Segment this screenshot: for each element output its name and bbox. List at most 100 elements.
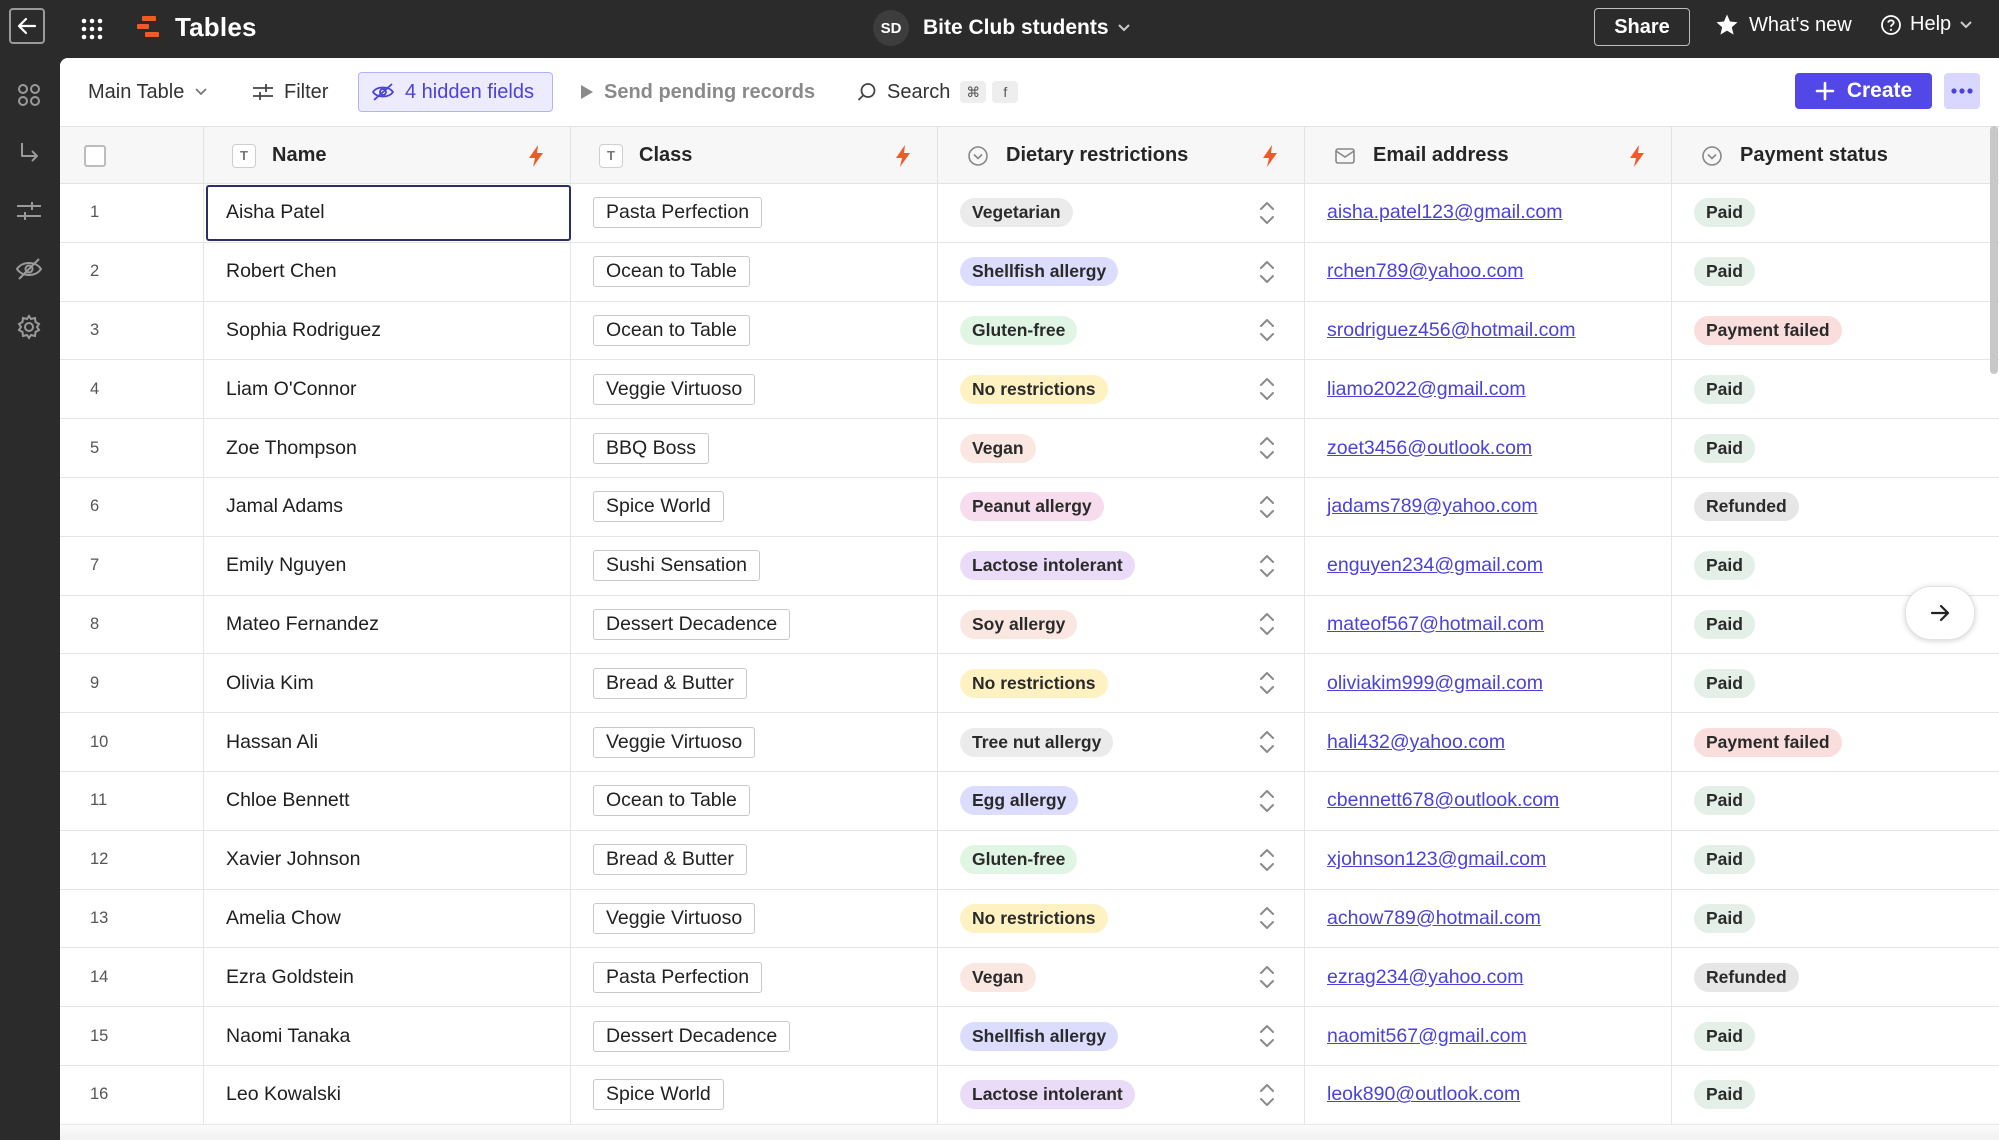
name-cell[interactable]: Sophia Rodriguez — [204, 301, 571, 360]
dietary-cell[interactable]: No restrictions — [938, 889, 1305, 948]
base-switcher[interactable]: SD Bite Club students — [873, 10, 1131, 46]
email-link[interactable]: jadams789@yahoo.com — [1327, 495, 1538, 518]
table-row[interactable]: 11 Chloe Bennett Ocean to Table Egg allergy… — [60, 771, 1999, 831]
table-row[interactable]: 10 Hassan Ali Veggie Virtuoso Tree nut alle… — [60, 713, 1999, 772]
column-header-dietary[interactable]: Dietary restrictions — [938, 127, 1305, 184]
dietary-cell[interactable]: Vegan — [938, 419, 1305, 477]
name-cell[interactable]: Mateo Fernandez — [204, 595, 571, 654]
select-stepper-icon[interactable] — [1258, 610, 1276, 644]
rail-settings-button[interactable] — [14, 312, 44, 342]
payment-cell[interactable]: Paid — [1672, 1066, 1999, 1124]
email-cell[interactable]: naomit567@gmail.com — [1305, 1007, 1672, 1065]
table-row[interactable]: 9 Olivia Kim Bread & Butter No restrictions… — [60, 654, 1999, 714]
dietary-cell[interactable]: Egg allergy — [938, 771, 1305, 830]
view-selector[interactable]: Main Table — [88, 72, 208, 112]
select-stepper-icon[interactable] — [1258, 375, 1276, 409]
select-stepper-icon[interactable] — [1258, 434, 1276, 468]
email-link[interactable]: aisha.patel123@gmail.com — [1327, 201, 1563, 224]
create-button[interactable]: Create — [1795, 73, 1932, 109]
email-link[interactable]: achow789@hotmail.com — [1327, 907, 1541, 930]
dietary-cell[interactable]: Vegan — [938, 948, 1305, 1007]
select-stepper-icon[interactable] — [1258, 963, 1276, 997]
name-cell[interactable]: Liam O'Connor — [204, 360, 571, 419]
filter-button[interactable]: Filter — [252, 72, 328, 112]
select-stepper-icon[interactable] — [1258, 846, 1276, 880]
apps-grid-icon[interactable] — [80, 17, 104, 41]
email-cell[interactable]: liamo2022@gmail.com — [1305, 360, 1672, 419]
email-link[interactable]: srodriguez456@hotmail.com — [1327, 319, 1576, 342]
whats-new-button[interactable]: What's new — [1715, 13, 1852, 37]
email-cell[interactable]: cbennett678@outlook.com — [1305, 771, 1672, 830]
name-cell[interactable]: Chloe Bennett — [204, 771, 571, 830]
scroll-right-button[interactable] — [1905, 586, 1975, 640]
select-stepper-icon[interactable] — [1258, 552, 1276, 586]
email-cell[interactable]: aisha.patel123@gmail.com — [1305, 184, 1672, 242]
email-cell[interactable]: zoet3456@outlook.com — [1305, 419, 1672, 477]
column-header-email[interactable]: Email address — [1305, 127, 1672, 184]
dietary-cell[interactable]: Tree nut allergy — [938, 713, 1305, 771]
payment-cell[interactable]: Paid — [1672, 772, 1999, 830]
name-cell[interactable]: Leo Kowalski — [204, 1065, 571, 1124]
table-row[interactable]: 1 Aisha Patel Pasta Perfection Vegetarian ai… — [60, 184, 1999, 243]
class-cell[interactable]: Sushi Sensation — [571, 536, 938, 595]
table-row[interactable]: 2 Robert Chen Ocean to Table Shellfish alle… — [60, 242, 1999, 302]
dietary-cell[interactable]: Lactose intolerant — [938, 1065, 1305, 1124]
payment-cell[interactable]: Paid — [1672, 1007, 1999, 1065]
select-stepper-icon[interactable] — [1258, 787, 1276, 821]
email-cell[interactable]: xjohnson123@gmail.com — [1305, 830, 1672, 889]
select-stepper-icon[interactable] — [1258, 493, 1276, 527]
payment-cell[interactable]: Payment failed — [1672, 713, 1999, 771]
payment-cell[interactable]: Payment failed — [1672, 302, 1999, 360]
email-link[interactable]: rchen789@yahoo.com — [1327, 260, 1524, 283]
email-cell[interactable]: enguyen234@gmail.com — [1305, 536, 1672, 595]
name-cell[interactable]: Naomi Tanaka — [204, 1007, 571, 1065]
table-row[interactable]: 4 Liam O'Connor Veggie Virtuoso No restrict… — [60, 360, 1999, 420]
class-cell[interactable]: Bread & Butter — [571, 654, 938, 713]
name-cell[interactable]: Aisha Patel — [204, 184, 571, 242]
dietary-cell[interactable]: Gluten-free — [938, 830, 1305, 889]
name-cell[interactable]: Xavier Johnson — [204, 830, 571, 889]
rail-hidden-button[interactable] — [14, 254, 44, 284]
dietary-cell[interactable]: Soy allergy — [938, 595, 1305, 654]
email-link[interactable]: oliviakim999@gmail.com — [1327, 672, 1543, 695]
search-button[interactable]: Search ⌘ f — [857, 72, 1019, 112]
dietary-cell[interactable]: Shellfish allergy — [938, 1007, 1305, 1065]
class-cell[interactable]: Pasta Perfection — [571, 184, 938, 242]
class-cell[interactable]: Spice World — [571, 477, 938, 536]
payment-cell[interactable]: Paid — [1672, 654, 1999, 712]
rail-filters-button[interactable] — [14, 196, 44, 226]
email-link[interactable]: xjohnson123@gmail.com — [1327, 848, 1546, 871]
email-link[interactable]: ezrag234@yahoo.com — [1327, 966, 1524, 989]
column-header-name[interactable]: T Name — [204, 127, 571, 184]
payment-cell[interactable]: Paid — [1672, 419, 1999, 477]
payment-cell[interactable]: Paid — [1672, 890, 1999, 948]
email-cell[interactable]: srodriguez456@hotmail.com — [1305, 301, 1672, 360]
class-cell[interactable]: Ocean to Table — [571, 301, 938, 360]
class-cell[interactable]: Ocean to Table — [571, 242, 938, 301]
dietary-cell[interactable]: Vegetarian — [938, 184, 1305, 242]
class-cell[interactable]: Ocean to Table — [571, 771, 938, 830]
name-cell[interactable]: Amelia Chow — [204, 889, 571, 948]
payment-cell[interactable]: Refunded — [1672, 478, 1999, 536]
select-stepper-icon[interactable] — [1258, 316, 1276, 350]
table-row[interactable]: 15 Naomi Tanaka Dessert Decadence Shellfish… — [60, 1007, 1999, 1066]
name-cell[interactable]: Emily Nguyen — [204, 536, 571, 595]
payment-cell[interactable]: Refunded — [1672, 948, 1999, 1006]
table-row[interactable]: 5 Zoe Thompson BBQ Boss Vegan zoet3456@outlo… — [60, 419, 1999, 478]
email-link[interactable]: enguyen234@gmail.com — [1327, 554, 1543, 577]
email-link[interactable]: hali432@yahoo.com — [1327, 731, 1505, 754]
class-cell[interactable]: Spice World — [571, 1065, 938, 1124]
email-link[interactable]: mateof567@hotmail.com — [1327, 613, 1544, 636]
email-cell[interactable]: jadams789@yahoo.com — [1305, 477, 1672, 536]
class-cell[interactable]: Pasta Perfection — [571, 948, 938, 1007]
select-stepper-icon[interactable] — [1258, 1081, 1276, 1115]
name-cell[interactable]: Zoe Thompson — [204, 419, 571, 477]
column-header-payment[interactable]: Payment status — [1672, 127, 1999, 184]
payment-cell[interactable]: Paid — [1672, 184, 1999, 242]
class-cell[interactable]: Veggie Virtuoso — [571, 713, 938, 771]
name-cell[interactable]: Robert Chen — [204, 242, 571, 301]
select-all-checkbox[interactable] — [84, 144, 106, 167]
table-row[interactable]: 13 Amelia Chow Veggie Virtuoso No restricti… — [60, 889, 1999, 949]
payment-cell[interactable]: Paid — [1672, 243, 1999, 301]
column-header-class[interactable]: T Class — [571, 127, 938, 184]
